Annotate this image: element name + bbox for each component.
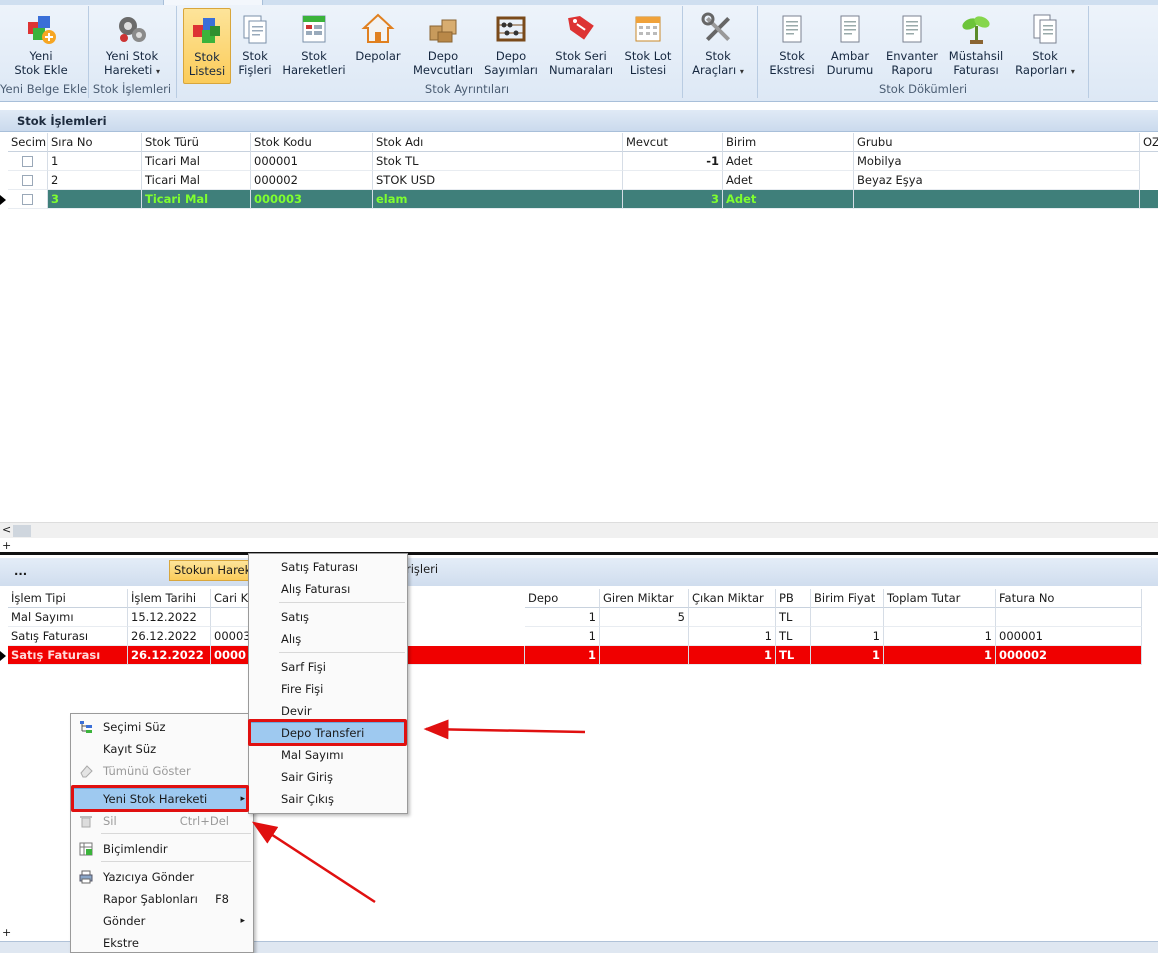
annotation-arrow-icon bbox=[251, 821, 376, 904]
annotation-arrows bbox=[251, 719, 586, 904]
annotation-arrow-icon bbox=[423, 719, 586, 740]
